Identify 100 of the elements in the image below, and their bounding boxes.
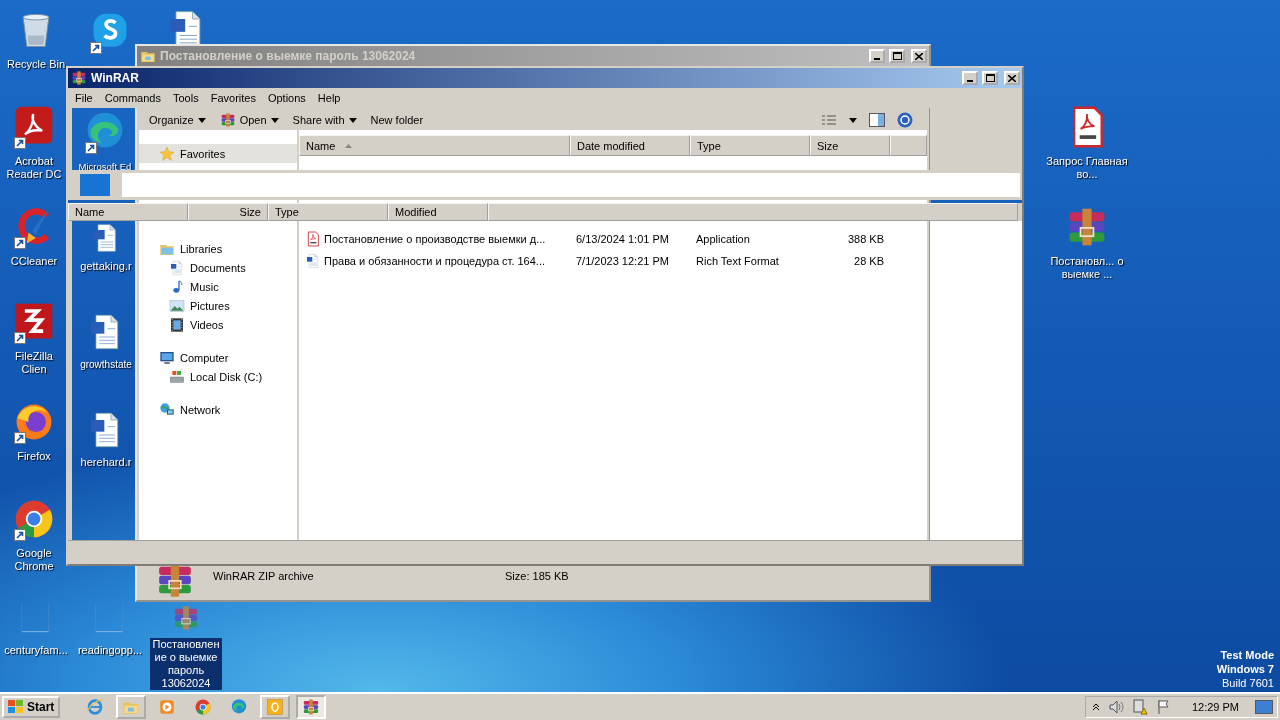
icon-label[interactable]: Recycle Bin bbox=[5, 58, 67, 71]
column-header[interactable]: Size bbox=[810, 135, 890, 156]
address-icon bbox=[80, 174, 110, 196]
clock[interactable]: 12:29 PM bbox=[1191, 701, 1239, 713]
column-header[interactable]: Name bbox=[299, 135, 570, 156]
test-mode-text: Windows 7 bbox=[1216, 662, 1274, 676]
caret-icon bbox=[849, 117, 857, 123]
icon-label[interactable]: herehard.r bbox=[79, 456, 133, 469]
minimize-button[interactable] bbox=[869, 49, 885, 63]
column-header[interactable]: Type bbox=[268, 203, 388, 221]
maximize-button[interactable] bbox=[889, 49, 905, 63]
shortcut-arrow-icon bbox=[14, 237, 26, 249]
menu-item[interactable]: File bbox=[70, 92, 98, 104]
icon-label[interactable]: readingopp... bbox=[76, 644, 144, 657]
archive-icon bbox=[302, 698, 321, 716]
icon-label[interactable]: CCleaner bbox=[9, 255, 59, 268]
caret-icon bbox=[270, 117, 279, 123]
hard-disk-icon bbox=[169, 368, 185, 385]
file-size: Size: 185 KB bbox=[505, 569, 570, 582]
media-player-icon bbox=[158, 698, 177, 716]
shortcut-arrow-icon bbox=[14, 432, 26, 444]
nav-item[interactable]: Local Disk (C:) bbox=[139, 367, 297, 386]
menu-item[interactable]: Help bbox=[312, 92, 346, 104]
menu-item[interactable]: Favorites bbox=[205, 92, 261, 104]
network-warning-icon[interactable] bbox=[1131, 699, 1148, 715]
toolbar-button[interactable]: New folder bbox=[370, 114, 424, 126]
shortcut-arrow-icon bbox=[14, 332, 26, 344]
archive-icon bbox=[71, 70, 87, 86]
test-mode-text: Test Mode bbox=[1220, 648, 1274, 662]
date-modified: 6/13/2024 1:01 PM bbox=[575, 233, 670, 245]
start-button[interactable]: Start bbox=[2, 696, 61, 718]
column-header[interactable]: Modified bbox=[388, 203, 488, 221]
column-header[interactable]: Name bbox=[68, 203, 188, 221]
toolbar-button[interactable]: Share with bbox=[292, 114, 357, 126]
mail-app-icon bbox=[266, 698, 285, 716]
menu-item[interactable]: Options bbox=[262, 92, 311, 104]
file-row[interactable]: Права и обязанности и процедура ст. 164... 7/1/2023 12:21 PM Rich Text Format 28 KB bbox=[299, 250, 927, 272]
file-name: Права и обязанности и процедура ст. 164... bbox=[299, 253, 570, 269]
film-icon bbox=[169, 316, 185, 333]
chevron-up-icon[interactable] bbox=[1091, 703, 1100, 711]
help-icon[interactable] bbox=[897, 112, 913, 128]
icon-label[interactable]: Запрос Главная во... bbox=[1045, 155, 1129, 181]
nav-item[interactable]: Network bbox=[139, 400, 297, 419]
nav-item[interactable]: Videos bbox=[139, 315, 297, 334]
test-mode-text: Build 7601 bbox=[1222, 676, 1274, 690]
sort-arrow-icon bbox=[345, 143, 353, 148]
nav-item[interactable]: Documents bbox=[139, 258, 297, 277]
icon-label[interactable]: centuryfam... bbox=[3, 644, 69, 657]
icon-label[interactable]: growthstate bbox=[79, 358, 133, 371]
column-header[interactable]: Date modified bbox=[570, 135, 690, 156]
window-title: WinRAR bbox=[91, 71, 140, 85]
nav-item[interactable]: Computer bbox=[139, 348, 297, 367]
shortcut-arrow-icon bbox=[90, 42, 102, 54]
close-icon bbox=[915, 52, 923, 60]
caret-icon bbox=[348, 117, 357, 123]
icon-label[interactable]: Постановление о выемке пароль 13062024 bbox=[150, 638, 222, 690]
pdf-file-icon bbox=[305, 231, 321, 247]
address-field[interactable] bbox=[122, 173, 1020, 197]
maximize-button[interactable] bbox=[982, 71, 998, 85]
file-name: Постановление о производстве выемки д... bbox=[299, 231, 570, 247]
menu-item[interactable]: Tools bbox=[168, 92, 204, 104]
menu-item[interactable]: Commands bbox=[99, 92, 166, 104]
column-header[interactable]: Size bbox=[188, 203, 268, 221]
icon-label[interactable]: Microsoft Ed bbox=[77, 160, 133, 173]
nav-item[interactable]: Pictures bbox=[139, 296, 297, 315]
nav-item[interactable]: Libraries bbox=[139, 239, 297, 258]
icon-label[interactable]: Acrobat Reader DC bbox=[3, 155, 65, 181]
file-type: WinRAR ZIP archive bbox=[213, 569, 315, 582]
column-header[interactable]: Type bbox=[690, 135, 810, 156]
icon-label[interactable]: Google Chrome bbox=[3, 547, 65, 573]
shortcut-arrow-icon bbox=[85, 142, 97, 154]
shortcut-arrow-icon bbox=[14, 137, 26, 149]
file-row[interactable]: Постановление о производстве выемки д... 6/13/2024 1:01 PM Application 388 KB bbox=[299, 228, 927, 250]
icon-label[interactable]: Постановл... о выемке ... bbox=[1045, 255, 1129, 281]
toolbar-button[interactable]: Open bbox=[219, 112, 279, 128]
caret-icon bbox=[197, 117, 206, 123]
archive-icon bbox=[219, 112, 236, 128]
file-size: 28 KB bbox=[853, 255, 885, 267]
icon-label[interactable]: gettaking.r bbox=[79, 260, 133, 273]
taskbar-button[interactable] bbox=[296, 695, 327, 719]
minimize-button[interactable] bbox=[962, 71, 978, 85]
archive-icon bbox=[172, 604, 200, 632]
nav-item[interactable]: Favorites bbox=[139, 144, 297, 163]
close-button[interactable] bbox=[1004, 71, 1020, 85]
flag-icon[interactable] bbox=[1155, 699, 1172, 715]
toolbar-button[interactable]: Organize bbox=[149, 114, 206, 126]
icon-label[interactable]: FileZilla Clien bbox=[3, 350, 65, 376]
speaker-icon[interactable] bbox=[1107, 699, 1124, 715]
browser-icon bbox=[194, 698, 213, 716]
shortcut-arrow-icon bbox=[14, 529, 26, 541]
browser-icon bbox=[230, 698, 249, 716]
star-icon bbox=[159, 145, 175, 162]
maximize-icon bbox=[985, 74, 995, 82]
close-button[interactable] bbox=[911, 49, 927, 63]
nav-item[interactable]: Music bbox=[139, 277, 297, 296]
preview-pane-icon[interactable] bbox=[869, 113, 885, 127]
file-type: Application bbox=[695, 233, 751, 245]
file-size: 388 KB bbox=[846, 233, 885, 245]
close-icon bbox=[1008, 74, 1016, 82]
icon-label[interactable]: Firefox bbox=[16, 450, 52, 463]
